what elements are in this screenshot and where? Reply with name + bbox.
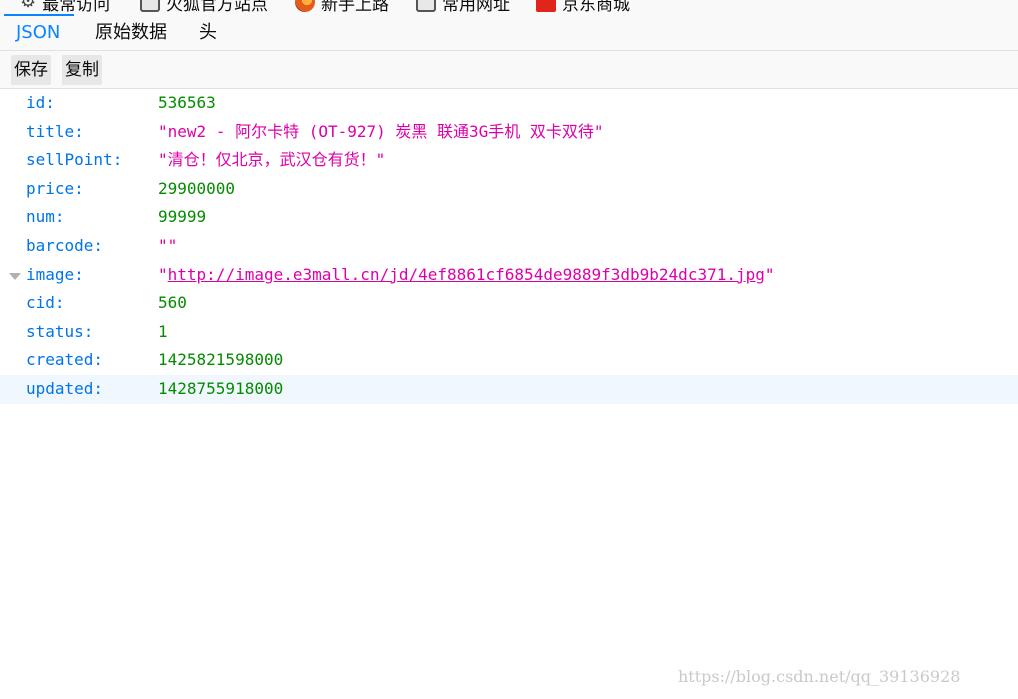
json-row-title[interactable]: title: "new2 - 阿尔卡特 (OT-927) 炭黑 联通3G手机 双… bbox=[0, 118, 1018, 147]
gear-icon: ⚙ bbox=[20, 0, 37, 12]
json-value: "http://image.e3mall.cn/jd/4ef8861cf6854… bbox=[158, 261, 775, 289]
json-key: updated: bbox=[26, 378, 104, 398]
bookmarks-toolbar: ⚙ 最常访问 火狐官方站点 新手上路 常用网址 京东商城 bbox=[0, 0, 1018, 14]
bookmark-label: 常用网址 bbox=[442, 0, 510, 14]
json-row-barcode[interactable]: barcode: "" bbox=[0, 232, 1018, 261]
json-value: "new2 - 阿尔卡特 (OT-927) 炭黑 联通3G手机 双卡双待" bbox=[158, 121, 604, 141]
quote-open: " bbox=[158, 264, 168, 284]
json-row-created[interactable]: created: 1425821598000 bbox=[0, 346, 1018, 375]
json-row-num[interactable]: num: 99999 bbox=[0, 203, 1018, 232]
json-key: title: bbox=[26, 121, 84, 141]
image-url-link[interactable]: http://image.e3mall.cn/jd/4ef8861cf6854d… bbox=[168, 265, 765, 284]
json-row-image[interactable]: image: "http://image.e3mall.cn/jd/4ef886… bbox=[0, 261, 1018, 290]
json-key: status: bbox=[26, 321, 94, 341]
tab-headers[interactable]: 头 bbox=[199, 14, 217, 51]
bookmark-label: 新手上路 bbox=[321, 0, 389, 14]
watermark: https://blog.csdn.net/qq_39136928 bbox=[678, 667, 961, 686]
json-value: 29900000 bbox=[158, 178, 236, 198]
bookmark-label: 最常访问 bbox=[42, 0, 111, 14]
json-row-price[interactable]: price: 29900000 bbox=[0, 175, 1018, 204]
json-key: price: bbox=[26, 178, 84, 198]
bookmark-label: 火狐官方站点 bbox=[166, 0, 268, 14]
json-key: cid: bbox=[26, 293, 65, 313]
json-value: 1 bbox=[158, 321, 168, 341]
bookmark-most-visited[interactable]: ⚙ 最常访问 bbox=[20, 0, 111, 14]
firefox-icon bbox=[295, 0, 315, 12]
bookmark-getting-started[interactable]: 新手上路 bbox=[295, 0, 389, 14]
json-key: image: bbox=[26, 264, 84, 284]
json-value: "" bbox=[158, 235, 178, 255]
copy-button[interactable]: 复制 bbox=[62, 55, 102, 85]
json-row-id[interactable]: id: 536563 bbox=[0, 89, 1018, 118]
json-toolbar: 保存 复制 bbox=[0, 51, 1018, 89]
bookmark-label: 京东商城 bbox=[562, 0, 630, 14]
json-key: sellPoint: bbox=[26, 150, 123, 170]
json-key: barcode: bbox=[26, 235, 104, 255]
tab-raw-data[interactable]: 原始数据 bbox=[95, 14, 167, 51]
json-key: created: bbox=[26, 350, 104, 370]
json-row-updated[interactable]: updated: 1428755918000 bbox=[0, 374, 1018, 404]
json-key: num: bbox=[26, 207, 65, 227]
bookmark-common-sites[interactable]: 常用网址 bbox=[416, 0, 510, 14]
jd-icon bbox=[536, 0, 556, 12]
json-value: 1428755918000 bbox=[158, 378, 284, 398]
json-value: 99999 bbox=[158, 207, 207, 227]
json-value: 560 bbox=[158, 293, 187, 313]
json-row-cid[interactable]: cid: 560 bbox=[0, 289, 1018, 318]
save-button[interactable]: 保存 bbox=[11, 55, 51, 85]
json-key: id: bbox=[26, 93, 55, 112]
json-viewer: id: 536563 title: "new2 - 阿尔卡特 (OT-927) … bbox=[0, 89, 1018, 404]
viewer-tabs: JSON 原始数据 头 bbox=[0, 14, 1018, 51]
tab-json[interactable]: JSON bbox=[3, 14, 75, 51]
json-value: 1425821598000 bbox=[158, 350, 284, 370]
expand-arrow-icon[interactable] bbox=[9, 272, 21, 280]
bookmark-jd[interactable]: 京东商城 bbox=[536, 0, 630, 14]
folder-icon bbox=[416, 0, 436, 12]
folder-icon bbox=[140, 0, 160, 12]
json-value: "清仓！仅北京，武汉仓有货！" bbox=[158, 150, 386, 170]
json-row-sellpoint[interactable]: sellPoint: "清仓！仅北京，武汉仓有货！" bbox=[0, 146, 1018, 175]
json-row-status[interactable]: status: 1 bbox=[0, 318, 1018, 347]
quote-close: " bbox=[764, 264, 775, 284]
bookmark-firefox-sites[interactable]: 火狐官方站点 bbox=[140, 0, 268, 14]
json-value: 536563 bbox=[158, 93, 216, 112]
